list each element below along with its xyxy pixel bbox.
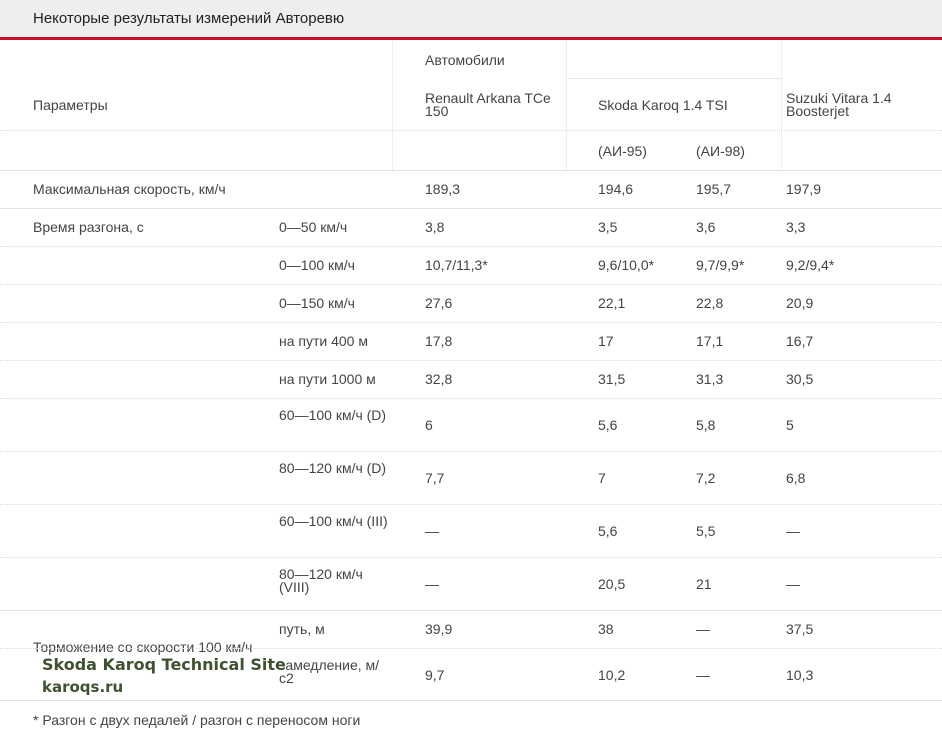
table-cell-value: 5,6 xyxy=(598,416,618,433)
table-cell-value: 3,6 xyxy=(696,219,716,235)
param-label: Время разгона, с xyxy=(33,219,144,235)
table-cell-value: 32,8 xyxy=(425,371,453,387)
table-cell-value: 189,3 xyxy=(425,181,461,197)
table-cell-value: 22,8 xyxy=(696,295,724,311)
table-cell-value: 7,2 xyxy=(696,469,716,486)
table-cell-value: — xyxy=(425,575,439,592)
table-cell-value: 5,8 xyxy=(696,416,716,433)
table-cell-value: 5,6 xyxy=(598,522,618,539)
table-cell-value: 31,3 xyxy=(696,371,724,387)
table-cell-value: 3,5 xyxy=(598,219,618,235)
sub-param-label: 60—100 км/ч (D) xyxy=(279,407,387,423)
column-separator xyxy=(566,40,567,170)
row-divider xyxy=(0,360,942,361)
table-title: Некоторые результаты измерений Авторевю xyxy=(33,10,345,27)
table-cell-value: 7 xyxy=(598,469,606,486)
table-cell-value: 197,9 xyxy=(786,181,822,197)
column-separator xyxy=(392,40,393,170)
param-label: Максимальная скорость, км/ч xyxy=(33,181,226,197)
row-divider xyxy=(0,246,942,247)
row-divider xyxy=(0,322,942,323)
table-cell-value: — xyxy=(425,522,439,539)
skoda-subheader-divider xyxy=(566,78,781,79)
car-name-skoda: Skoda Karoq 1.4 TSI xyxy=(598,97,728,113)
row-divider xyxy=(0,700,942,701)
table-cell-value: 30,5 xyxy=(786,371,814,387)
row-divider xyxy=(0,648,942,649)
sub-param-label: на пути 1000 м xyxy=(279,371,376,387)
cars-group-label: Автомобили xyxy=(425,52,505,68)
table-cell-value: 39,9 xyxy=(425,621,453,637)
watermark-url: karoqs.ru xyxy=(42,678,124,696)
table-cell-value: 9,6/10,0* xyxy=(598,257,655,273)
table-cell-value: 21 xyxy=(696,575,712,592)
table-cell-value: 3,8 xyxy=(425,219,445,235)
table-cell-value: 20,9 xyxy=(786,295,814,311)
table-cell-value: 9,7/9,9* xyxy=(696,257,745,273)
sub-param-label: 0—150 км/ч xyxy=(279,295,355,311)
row-divider xyxy=(0,208,942,209)
params-header: Параметры xyxy=(33,97,108,113)
sub-param-label: 0—50 км/ч xyxy=(279,219,348,235)
table-cell-value: 9,7 xyxy=(425,666,445,683)
table-cell-value: 10,3 xyxy=(786,666,814,683)
footnote: * Разгон с двух педалей / разгон с перен… xyxy=(33,712,361,728)
table-cell-value: 16,7 xyxy=(786,333,814,349)
column-separator xyxy=(781,40,782,170)
sub-param-label: 80—120 км/ч (D) xyxy=(279,460,387,476)
table-cell-value: — xyxy=(786,522,800,539)
table-cell-value: 22,1 xyxy=(598,295,626,311)
row-divider xyxy=(0,398,942,399)
car-name-suzuki: Suzuki Vitara 1.4 Boosterjet xyxy=(786,90,892,119)
table-cell-value: 10,2 xyxy=(598,666,626,683)
row-divider xyxy=(0,610,942,611)
row-divider xyxy=(0,170,942,171)
table-cell-value: 9,2/9,4* xyxy=(786,257,835,273)
sub-param-label: замедление, м/с2 xyxy=(279,657,380,686)
row-divider xyxy=(0,284,942,285)
table-cell-value: 37,5 xyxy=(786,621,814,637)
table-cell-value: 6 xyxy=(425,416,433,433)
table-cell-value: 6,8 xyxy=(786,469,806,486)
sub-param-label: путь, м xyxy=(279,621,325,637)
table-cell-value: — xyxy=(696,666,710,683)
table-cell-value: 7,7 xyxy=(425,469,445,486)
table-cell-value: 17,1 xyxy=(696,333,724,349)
table-cell-value: 10,7/11,3* xyxy=(425,257,488,273)
row-divider xyxy=(0,130,942,131)
row-divider xyxy=(0,451,942,452)
sub-param-label: 80—120 км/ч (VIII) xyxy=(279,566,363,595)
table-cell-value: 31,5 xyxy=(598,371,626,387)
sub-param-label: 60—100 км/ч (III) xyxy=(279,513,388,529)
table-cell-value: 3,3 xyxy=(786,219,806,235)
sub-param-label: на пути 400 м xyxy=(279,333,368,349)
car-name-renault: Renault Arkana TCe 150 xyxy=(425,90,551,119)
sub-param-label: 0—100 км/ч xyxy=(279,257,355,273)
table-cell-value: 194,6 xyxy=(598,181,634,197)
table-cell-value: 5,5 xyxy=(696,522,716,539)
table-cell-value: 17 xyxy=(598,333,614,349)
table-cell-value: 5 xyxy=(786,416,794,433)
fuel-ai95: (АИ-95) xyxy=(598,143,647,159)
table-cell-value: 20,5 xyxy=(598,575,626,592)
row-divider xyxy=(0,504,942,505)
fuel-ai98: (АИ-98) xyxy=(696,143,745,159)
table-cell-value: 38 xyxy=(598,621,614,637)
watermark-title: Skoda Karoq Technical Site xyxy=(42,655,286,674)
table-header-bar: Некоторые результаты измерений Авторевю xyxy=(0,0,942,40)
table-cell-value: — xyxy=(786,575,800,592)
table-cell-value: — xyxy=(696,621,710,637)
table-cell-value: 17,8 xyxy=(425,333,453,349)
table-cell-value: 27,6 xyxy=(425,295,453,311)
row-divider xyxy=(0,557,942,558)
table-cell-value: 195,7 xyxy=(696,181,732,197)
